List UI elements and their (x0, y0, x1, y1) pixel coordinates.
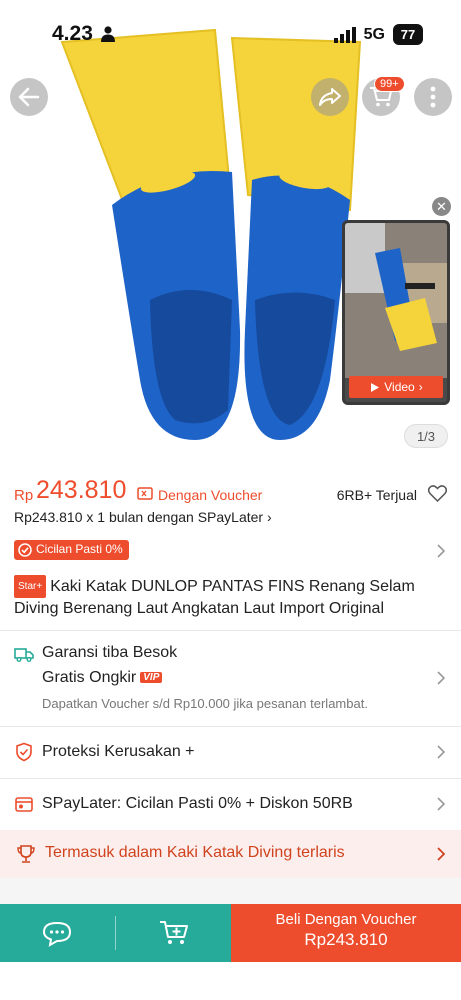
chevron-right-icon (437, 544, 445, 558)
spaylater-label: SPayLater: Cicilan Pasti 0% + Diskon 50R… (42, 795, 353, 812)
share-icon (319, 88, 341, 106)
bestseller-row[interactable]: Termasuk dalam Kaki Katak Diving terlari… (0, 830, 461, 878)
close-video-button[interactable]: ✕ (432, 197, 451, 216)
spaylater-installment[interactable]: Rp243.810 x 1 bulan dengan SPayLater › (14, 509, 272, 525)
protection-label: Proteksi Kerusakan + (42, 743, 195, 760)
product-image-area[interactable]: 4.23 5G 77 99+ ✕ Video › 1/3 (0, 0, 461, 462)
shield-icon (16, 742, 32, 762)
person-icon (101, 26, 115, 42)
star-plus-badge: Star+ (14, 575, 47, 598)
shipping-row[interactable]: Garansi tiba Besok Gratis Ongkir VIP Dapa… (0, 630, 461, 726)
product-title-text: Kaki Katak DUNLOP PANTAS FINS Renang Sel… (14, 578, 415, 617)
status-time: 4.23 (52, 22, 93, 45)
more-options-button[interactable] (414, 78, 452, 116)
video-preview[interactable]: Video › (342, 220, 450, 405)
bottom-action-bar: Beli Dengan Voucher Rp243.810 (0, 904, 461, 962)
video-label: Video (384, 380, 415, 394)
video-thumbnail (345, 223, 447, 378)
free-shipping: Gratis Ongkir VIP (42, 669, 163, 687)
protection-row[interactable]: Proteksi Kerusakan + (0, 726, 461, 778)
buy-with-voucher-button[interactable]: Beli Dengan Voucher Rp243.810 (231, 904, 461, 962)
sold-count: 6RB+ Terjual (336, 487, 417, 503)
cicilan-badge: Cicilan Pasti 0% (14, 540, 129, 560)
vip-badge: VIP (140, 672, 163, 683)
chat-icon[interactable] (42, 921, 72, 947)
truck-icon (14, 648, 34, 662)
section-gap (0, 878, 461, 904)
add-to-cart-icon[interactable] (159, 920, 189, 946)
bottom-bar-left (0, 904, 231, 962)
chevron-right-icon (437, 797, 445, 811)
back-button[interactable] (10, 78, 48, 116)
signal-icon (333, 26, 356, 43)
network-label: 5G (363, 25, 385, 43)
check-icon (18, 543, 32, 557)
share-button[interactable] (311, 78, 349, 116)
chevron-right-icon (437, 847, 445, 861)
more-icon (430, 86, 436, 108)
spaylater-icon (15, 797, 33, 812)
close-icon: ✕ (436, 198, 447, 214)
battery-indicator: 77 (393, 24, 423, 45)
buy-label: Beli Dengan Voucher (275, 911, 417, 928)
buy-price: Rp243.810 (304, 930, 388, 949)
video-button[interactable]: Video › (349, 376, 443, 398)
spaylater-row[interactable]: SPayLater: Cicilan Pasti 0% + Diskon 50R… (0, 778, 461, 830)
spaylater-installment-text: Rp243.810 x 1 bulan dengan SPayLater (14, 509, 264, 525)
heart-icon[interactable] (428, 485, 447, 502)
delivery-guarantee: Garansi tiba Besok (42, 644, 178, 661)
chevron-right-icon (437, 745, 445, 759)
cart-count-badge: 99+ (374, 76, 405, 92)
status-bar: 4.23 5G 77 (0, 0, 461, 66)
chevron-right-icon (437, 671, 445, 685)
free-shipping-text: Gratis Ongkir (42, 669, 137, 686)
voucher-label[interactable]: Dengan Voucher (158, 487, 262, 503)
price-row: Rp 243.810 Dengan Voucher 6RB+ Terjual (14, 476, 449, 508)
cicilan-row[interactable]: Cicilan Pasti 0% (14, 540, 449, 562)
bottom-bar-separator (115, 916, 116, 950)
chevron-right-icon: › (266, 509, 272, 525)
image-counter: 1/3 (404, 424, 448, 448)
voucher-icon (137, 487, 153, 500)
cicilan-badge-text: Cicilan Pasti 0% (36, 542, 123, 556)
bestseller-label: Termasuk dalam Kaki Katak Diving terlari… (45, 844, 345, 861)
trophy-icon (17, 845, 35, 863)
late-voucher-note: Dapatkan Voucher s/d Rp10.000 jika pesan… (42, 696, 368, 711)
price-value: 243.810 (36, 476, 127, 504)
product-page: 4.23 5G 77 99+ ✕ Video › 1/3 Rp 243.810 … (0, 0, 461, 1000)
back-arrow-icon (18, 87, 40, 107)
chevron-right-icon: › (418, 380, 423, 394)
play-icon (371, 382, 380, 392)
status-indicators: 5G 77 (333, 24, 423, 45)
price-currency: Rp (14, 487, 34, 504)
product-title: Star+ Kaki Katak DUNLOP PANTAS FINS Renan… (14, 575, 449, 619)
